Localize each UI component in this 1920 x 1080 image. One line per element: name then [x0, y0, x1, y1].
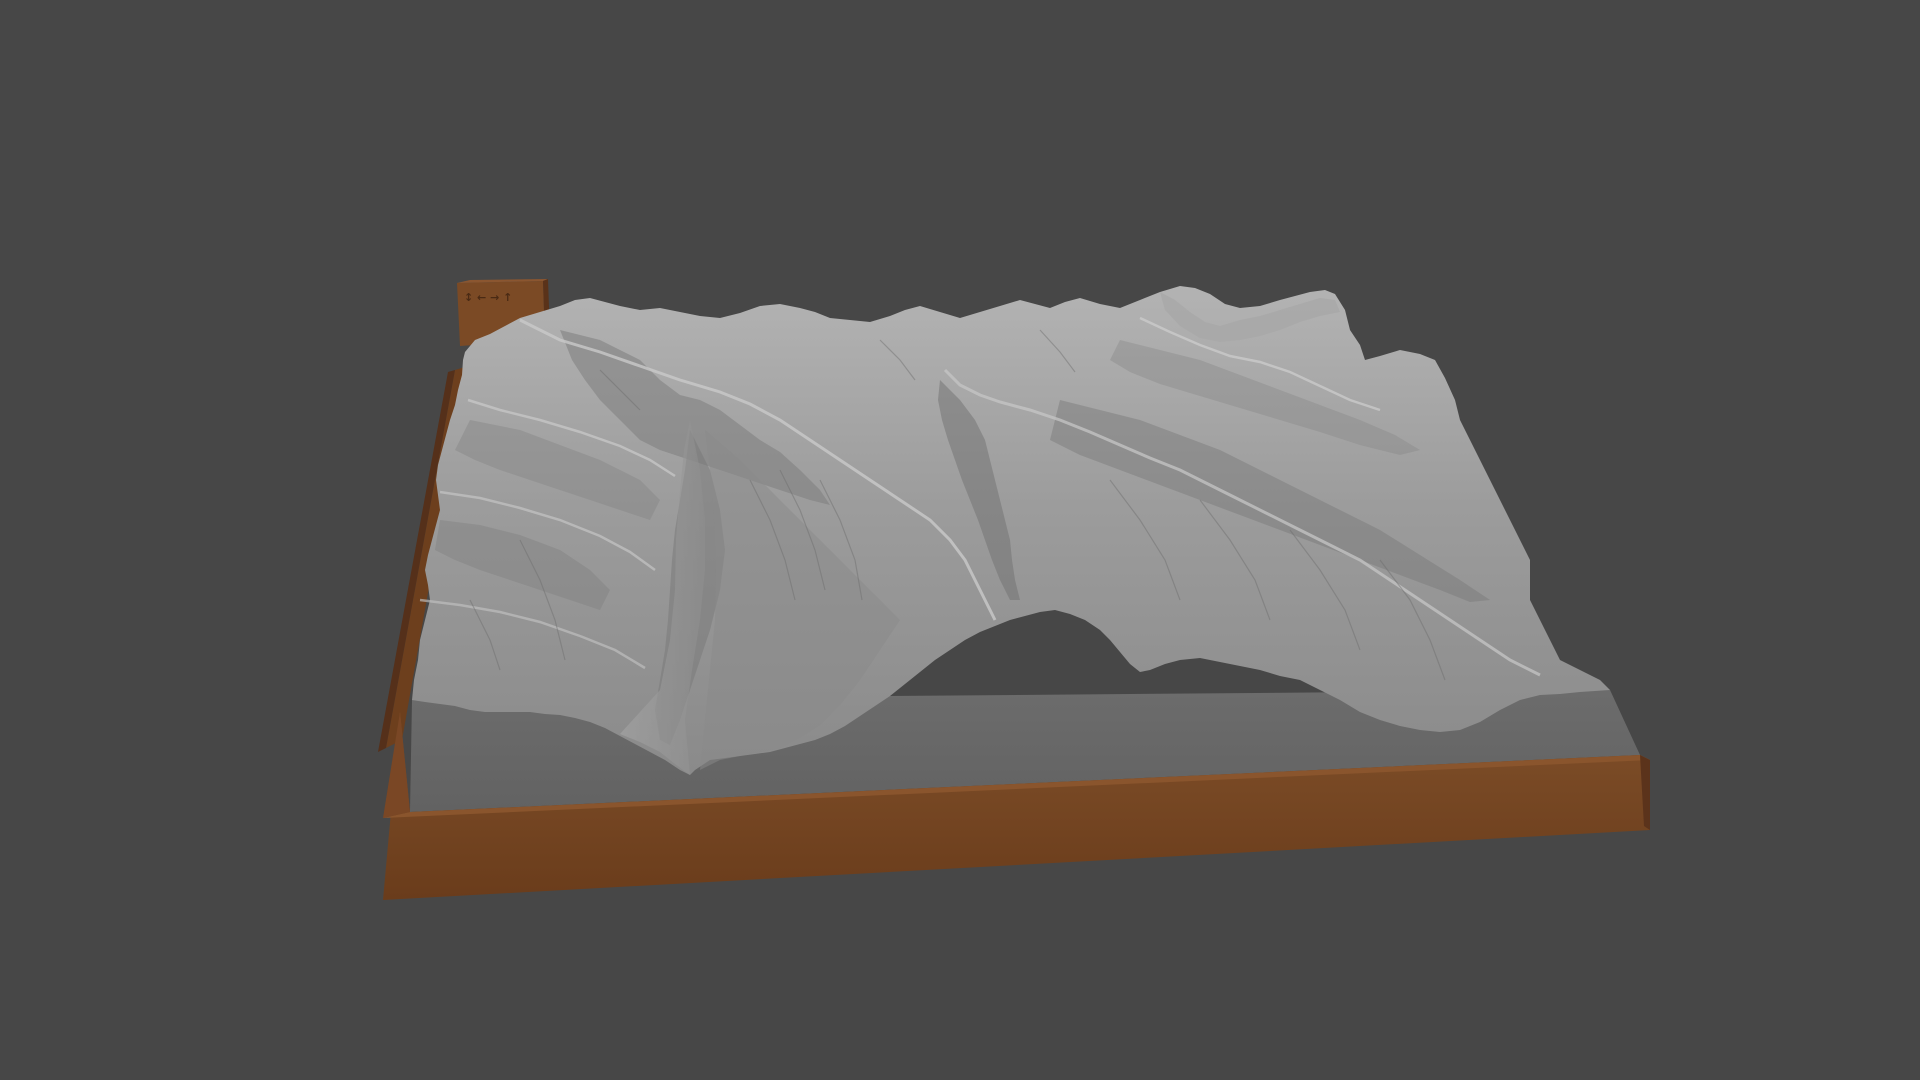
base-tab-label: ↕ ← → ↑: [464, 291, 512, 304]
3d-viewport[interactable]: ↕ ← → ↑: [0, 0, 1920, 1080]
terrain-model-render[interactable]: ↕ ← → ↑: [0, 0, 1920, 1080]
